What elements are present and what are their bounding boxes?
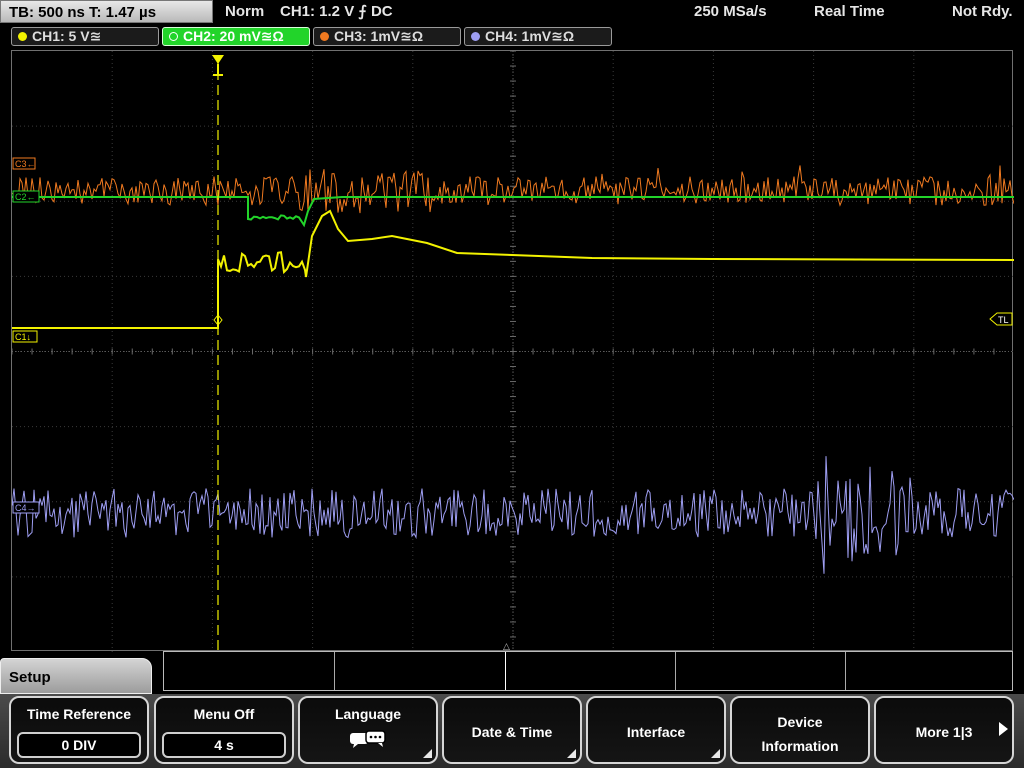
waveform-display[interactable]: C3← C2← C1↓ C4→ TL (11, 50, 1014, 652)
channel-tab-ch2[interactable]: CH2: 20 mV≊Ω (162, 27, 310, 46)
ch3-label: CH3: 1mV≊Ω (334, 28, 424, 44)
softkey-label: Date & Time (471, 724, 553, 740)
ch4-marker-label: C4→ (15, 503, 36, 513)
submenu-corner-icon (423, 749, 432, 758)
softkey-label: Interface (626, 724, 686, 740)
trigger-mode[interactable]: Norm (225, 0, 264, 24)
ch1-color-dot-icon (18, 32, 27, 41)
softkey-label: More 1|3 (915, 724, 973, 740)
softkey-label-line1: Device (777, 714, 823, 730)
submenu-corner-icon (567, 749, 576, 758)
channel-tab-ch1[interactable]: CH1: 5 V≊ (11, 27, 159, 46)
interface-softkey[interactable]: Interface (586, 696, 726, 764)
graticule (12, 51, 1014, 652)
trigger-position-icon[interactable] (212, 55, 224, 76)
ch1-marker-label: C1↓ (15, 332, 31, 342)
trigger-level-label: TL (998, 315, 1009, 325)
acquisition-mode: Real Time (814, 3, 885, 20)
timebase-readout[interactable]: TB: 500 ns T: 1.47 µs (0, 0, 213, 23)
ch4-reference-marker[interactable]: C4→ (12, 501, 40, 514)
ch4-color-dot-icon (471, 32, 480, 41)
menu-title: Setup (0, 658, 152, 694)
channel-tab-ch3[interactable]: CH3: 1mV≊Ω (313, 27, 461, 46)
submenu-corner-icon (711, 749, 720, 758)
waveform-svg: C3← C2← C1↓ C4→ TL (12, 51, 1014, 652)
right-arrow-icon (999, 722, 1008, 736)
ch4-label: CH4: 1mV≊Ω (485, 28, 575, 44)
overview-divider (334, 652, 335, 690)
softkey-label: Time Reference (26, 706, 131, 722)
language-softkey[interactable]: Language (298, 696, 438, 764)
trigger-state: Not Rdy. (952, 3, 1013, 20)
acquisition-overview[interactable]: △ (163, 641, 1013, 691)
sample-rate-readout: 250 MSa/s (694, 3, 767, 20)
ch1-reference-marker[interactable]: C1↓ (12, 330, 38, 343)
menu-off-softkey[interactable]: Menu Off 4 s (154, 696, 294, 764)
ch2-reference-marker[interactable]: C2← (12, 190, 40, 203)
speech-bubbles-icon (350, 730, 386, 748)
ch3-marker-label: C3← (15, 159, 36, 169)
time-reference-softkey[interactable]: Time Reference 0 DIV (9, 696, 149, 764)
softkey-bar: Time Reference 0 DIV Menu Off 4 s Langua… (0, 694, 1024, 768)
ch3-reference-marker[interactable]: C3← (12, 157, 36, 170)
channel-tab-ch4[interactable]: CH4: 1mV≊Ω (464, 27, 612, 46)
device-information-softkey[interactable]: Device Information (730, 696, 870, 764)
time-reference-value: 0 DIV (17, 732, 141, 758)
overview-window-marker[interactable] (505, 652, 506, 690)
ch3-color-dot-icon (320, 32, 329, 41)
overview-divider (845, 652, 846, 690)
softkey-label: Language (334, 706, 402, 722)
overview-divider (675, 652, 676, 690)
date-time-softkey[interactable]: Date & Time (442, 696, 582, 764)
softkey-label-line2: Information (761, 738, 839, 754)
ch2-marker-label: C2← (15, 192, 36, 202)
trigger-readout[interactable]: CH1: 1.2 V ⨍ DC (280, 0, 393, 24)
status-bar: TB: 500 ns T: 1.47 µs Norm CH1: 1.2 V ⨍ … (0, 0, 1024, 25)
menu-off-value: 4 s (162, 732, 286, 758)
trigger-level-marker[interactable]: TL (989, 312, 1013, 326)
softkey-label: Menu Off (193, 706, 255, 722)
ch2-color-dot-icon (169, 32, 178, 41)
ch1-label: CH1: 5 V≊ (32, 28, 102, 44)
ch4-trace (12, 456, 1014, 574)
overview-position-icon: △ (503, 641, 510, 651)
ch2-label: CH2: 20 mV≊Ω (183, 28, 284, 44)
more-softkey[interactable]: More 1|3 (874, 696, 1014, 764)
